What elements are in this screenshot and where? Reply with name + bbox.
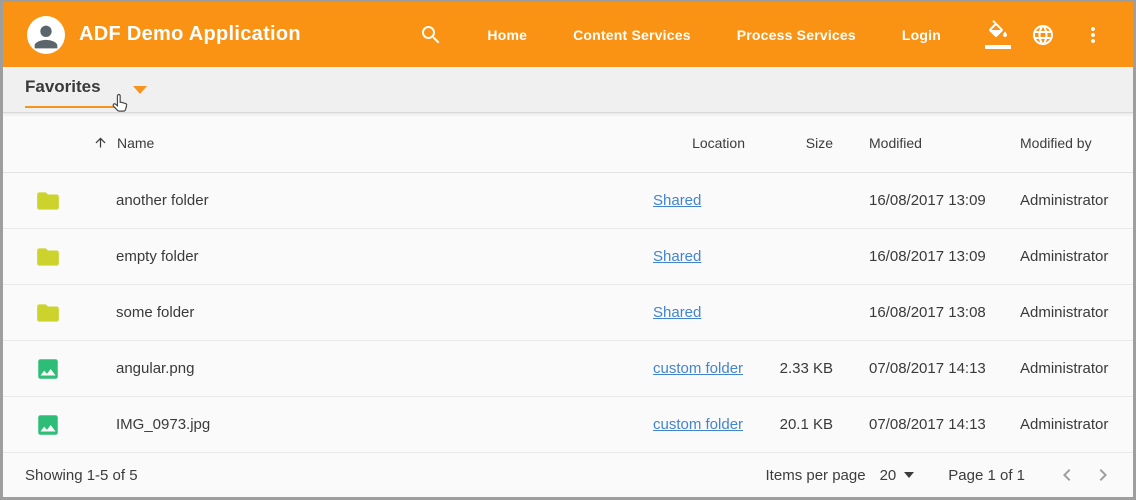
- location-cell: custom folder: [653, 416, 753, 433]
- location-cell: custom folder: [653, 360, 753, 377]
- file-name: IMG_0973.jpg: [93, 416, 653, 433]
- chevron-left-icon: [1055, 463, 1079, 487]
- favorites-title: Favorites: [25, 77, 127, 108]
- user-avatar[interactable]: [27, 16, 65, 54]
- folder-icon: [35, 300, 61, 326]
- table-row[interactable]: another folder Shared 16/08/2017 13:09 A…: [3, 173, 1133, 229]
- location-link[interactable]: Shared: [653, 192, 701, 209]
- header-nav: Home Content Services Process Services L…: [419, 20, 1133, 49]
- person-icon: [29, 20, 63, 54]
- previous-page-button[interactable]: [1055, 463, 1079, 487]
- column-header-name[interactable]: Name: [93, 135, 653, 151]
- items-per-page-value: 20: [880, 467, 897, 484]
- modified-cell: 07/08/2017 14:13: [833, 360, 999, 377]
- chevron-right-icon: [1091, 463, 1115, 487]
- more-vert-icon[interactable]: [1081, 23, 1105, 47]
- location-cell: Shared: [653, 304, 753, 321]
- row-type-icon-cell: [3, 188, 93, 214]
- location-link[interactable]: custom folder: [653, 360, 743, 377]
- location-cell: Shared: [653, 192, 753, 209]
- table-body: another folder Shared 16/08/2017 13:09 A…: [3, 173, 1133, 453]
- modified-by-cell: Administrator: [999, 304, 1133, 321]
- table-header-row: Name Location Size Modified Modified by: [3, 113, 1133, 173]
- next-page-button[interactable]: [1091, 463, 1115, 487]
- modified-cell: 07/08/2017 14:13: [833, 416, 999, 433]
- size-cell: 20.1 KB: [753, 416, 833, 433]
- image-icon: [35, 356, 61, 382]
- favorites-file-table: Name Location Size Modified Modified by …: [3, 113, 1133, 453]
- image-icon: [35, 412, 61, 438]
- modified-cell: 16/08/2017 13:08: [833, 304, 999, 321]
- column-header-size[interactable]: Size: [753, 135, 833, 151]
- column-header-modified[interactable]: Modified: [833, 135, 999, 151]
- sort-ascending-icon: [93, 135, 108, 150]
- location-link[interactable]: custom folder: [653, 416, 743, 433]
- adf-demo-window: ADF Demo Application Home Content Servic…: [0, 0, 1136, 500]
- favorites-tab[interactable]: Favorites: [25, 77, 147, 108]
- row-type-icon-cell: [3, 300, 93, 326]
- showing-count: Showing 1-5 of 5: [25, 467, 138, 484]
- file-name: angular.png: [93, 360, 653, 377]
- language-globe-icon[interactable]: [1031, 23, 1055, 47]
- location-cell: Shared: [653, 248, 753, 265]
- table-row[interactable]: some folder Shared 16/08/2017 13:08 Admi…: [3, 285, 1133, 341]
- chevron-down-icon: [904, 472, 914, 478]
- row-type-icon-cell: [3, 356, 93, 382]
- page-indicator: Page 1 of 1: [948, 467, 1025, 484]
- nav-login[interactable]: Login: [902, 27, 941, 43]
- theme-color-underline: [985, 45, 1011, 49]
- app-header: ADF Demo Application Home Content Servic…: [3, 2, 1133, 67]
- file-name: another folder: [93, 192, 653, 209]
- nav-content-services[interactable]: Content Services: [573, 27, 691, 43]
- row-type-icon-cell: [3, 412, 93, 438]
- table-row[interactable]: IMG_0973.jpg custom folder 20.1 KB 07/08…: [3, 397, 1133, 453]
- pagination-footer: Showing 1-5 of 5 Items per page 20 Page …: [3, 453, 1133, 497]
- modified-by-cell: Administrator: [999, 192, 1133, 209]
- modified-by-cell: Administrator: [999, 360, 1133, 377]
- modified-by-cell: Administrator: [999, 416, 1133, 433]
- nav-process-services[interactable]: Process Services: [737, 27, 856, 43]
- folder-icon: [35, 188, 61, 214]
- row-type-icon-cell: [3, 244, 93, 270]
- modified-by-cell: Administrator: [999, 248, 1133, 265]
- modified-cell: 16/08/2017 13:09: [833, 192, 999, 209]
- nav-home[interactable]: Home: [487, 27, 527, 43]
- pagination-controls: Items per page 20 Page 1 of 1: [766, 463, 1115, 487]
- location-link[interactable]: Shared: [653, 304, 701, 321]
- table-row[interactable]: angular.png custom folder 2.33 KB 07/08/…: [3, 341, 1133, 397]
- file-name: some folder: [93, 304, 653, 321]
- modified-cell: 16/08/2017 13:09: [833, 248, 999, 265]
- column-header-location[interactable]: Location: [653, 135, 753, 151]
- favorites-toolbar: Favorites: [3, 67, 1133, 113]
- chevron-down-icon[interactable]: [133, 86, 147, 94]
- items-per-page-label: Items per page: [766, 467, 866, 484]
- color-fill-icon[interactable]: [985, 20, 1011, 49]
- size-cell: 2.33 KB: [753, 360, 833, 377]
- location-link[interactable]: Shared: [653, 248, 701, 265]
- column-header-modified-by[interactable]: Modified by: [999, 135, 1133, 151]
- file-name: empty folder: [93, 248, 653, 265]
- table-row[interactable]: empty folder Shared 16/08/2017 13:09 Adm…: [3, 229, 1133, 285]
- search-icon[interactable]: [419, 23, 443, 47]
- items-per-page-select[interactable]: 20: [880, 467, 915, 484]
- app-title: ADF Demo Application: [79, 23, 301, 46]
- folder-icon: [35, 244, 61, 270]
